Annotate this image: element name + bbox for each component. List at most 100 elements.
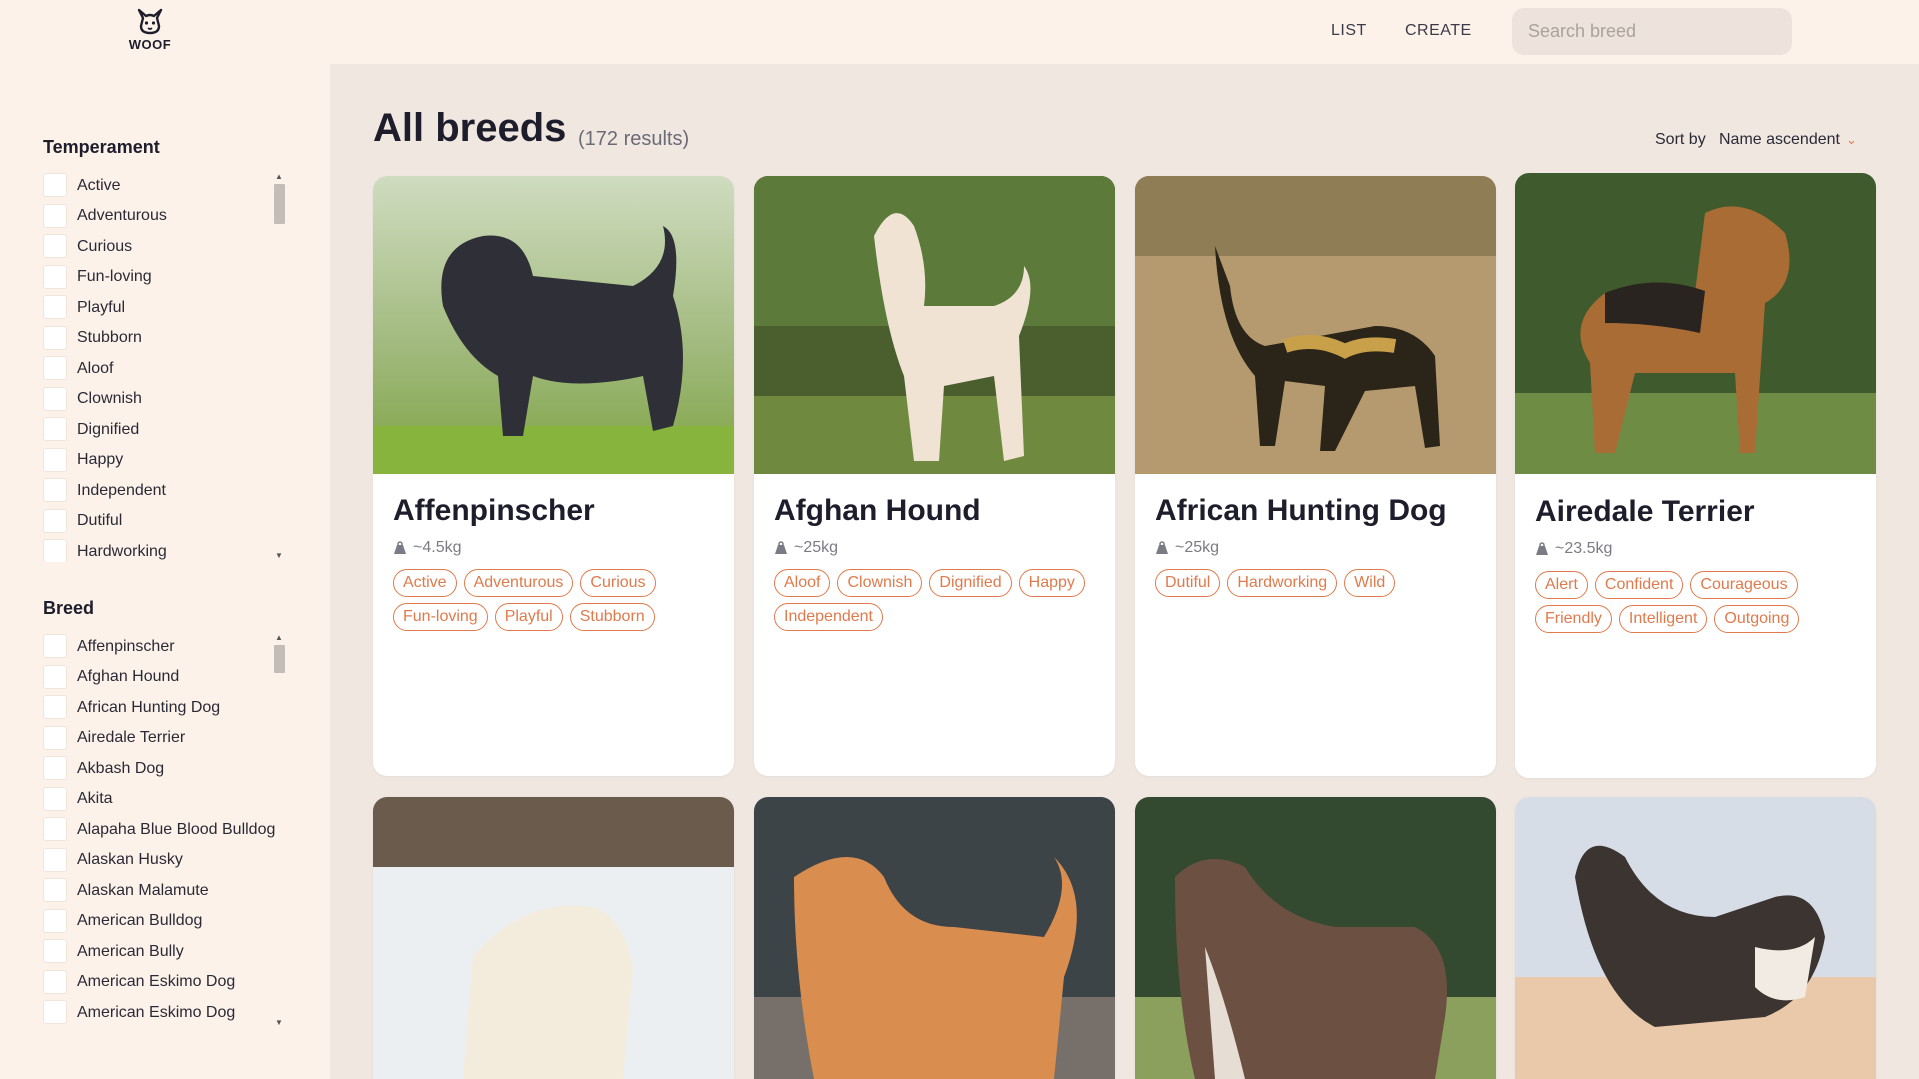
scroll-down-icon[interactable]: ▼ <box>275 551 283 560</box>
filter-option[interactable]: Dutiful <box>43 506 283 537</box>
filter-option[interactable]: American Bulldog <box>43 906 283 937</box>
checkbox[interactable] <box>43 386 67 411</box>
filter-option[interactable]: Adventurous <box>43 201 283 232</box>
checkbox[interactable] <box>43 878 67 903</box>
filter-option[interactable]: Affenpinscher <box>43 631 283 662</box>
weight-icon <box>1536 542 1548 555</box>
temperament-tag: Independent <box>774 603 883 631</box>
result-count: (172 results) <box>578 128 690 150</box>
checkbox[interactable] <box>43 203 67 228</box>
temperament-tags: Dutiful Hardworking Wild <box>1155 569 1485 597</box>
filter-option[interactable]: Happy <box>43 445 283 476</box>
filter-option[interactable]: Alapaha Blue Blood Bulldog <box>43 814 283 845</box>
temperament-tag: Clownish <box>837 569 923 597</box>
scroll-down-icon[interactable]: ▼ <box>275 1018 283 1027</box>
checkbox[interactable] <box>43 1000 67 1025</box>
temperament-tag: Confident <box>1594 571 1684 599</box>
checkbox[interactable] <box>43 725 67 750</box>
breed-filter-list[interactable]: Affenpinscher Afghan Hound African Hunting… <box>43 631 283 1029</box>
dog-logo-icon <box>137 8 163 35</box>
checkbox[interactable] <box>43 234 67 259</box>
checkbox[interactable] <box>43 756 67 781</box>
filter-option[interactable]: American Eskimo Dog <box>43 997 283 1028</box>
checkbox[interactable] <box>43 939 67 964</box>
filter-option[interactable]: Airedale Terrier <box>43 723 283 754</box>
checkbox[interactable] <box>43 969 67 994</box>
filter-option[interactable]: Dignified <box>43 414 283 445</box>
filter-option[interactable]: Aloof <box>43 353 283 384</box>
breed-card-akbash-dog[interactable] <box>373 797 734 1079</box>
breed-card-alapaha-blue-blood-bulldog[interactable] <box>1135 797 1496 1079</box>
temperament-tags: Active Adventurous Curious Fun-loving Playfu… <box>393 569 723 631</box>
checkbox[interactable] <box>43 786 67 811</box>
filter-option-label: Clownish <box>77 390 142 408</box>
checkbox[interactable] <box>43 173 67 198</box>
temperament-tag: Hardworking <box>1227 569 1338 597</box>
checkbox[interactable] <box>43 356 67 381</box>
temperament-tags: Alert Confident Courageous Friendly Intellig… <box>1535 571 1865 633</box>
woof-logo[interactable]: WOOF <box>120 6 180 58</box>
scroll-thumb[interactable] <box>274 184 285 224</box>
filter-option[interactable]: Akita <box>43 784 283 815</box>
checkbox[interactable] <box>43 264 67 289</box>
filter-option[interactable]: Akbash Dog <box>43 753 283 784</box>
breed-scrollbar[interactable]: ▲ ▼ <box>272 631 286 1029</box>
scroll-up-icon[interactable]: ▲ <box>275 172 283 181</box>
filter-option[interactable]: Independent <box>43 475 283 506</box>
filter-option[interactable]: Alaskan Husky <box>43 845 283 876</box>
filter-option[interactable]: Playful <box>43 292 283 323</box>
sort-label: Sort by <box>1655 131 1706 148</box>
breed-card-african-hunting-dog[interactable]: African Hunting Dog ~25kg Dutiful Hardwor… <box>1135 176 1496 776</box>
filter-option-label: Aloof <box>77 359 114 377</box>
sort-dropdown[interactable]: Name ascendent ⌄ <box>1719 131 1857 149</box>
breed-card-akita[interactable] <box>754 797 1115 1079</box>
scroll-up-icon[interactable]: ▲ <box>275 633 283 642</box>
checkbox[interactable] <box>43 539 67 562</box>
filter-option[interactable]: Clownish <box>43 384 283 415</box>
breed-card-affenpinscher[interactable]: Affenpinscher ~4.5kg Active Adventurous Cu… <box>373 176 734 776</box>
temperament-scrollbar[interactable]: ▲ ▼ <box>272 170 286 562</box>
checkbox[interactable] <box>43 508 67 533</box>
filter-option[interactable]: Stubborn <box>43 323 283 354</box>
checkbox[interactable] <box>43 634 67 659</box>
checkbox[interactable] <box>43 847 67 872</box>
breed-card-afghan-hound[interactable]: Afghan Hound ~25kg Aloof Clownish Dignifie… <box>754 176 1115 776</box>
checkbox[interactable] <box>43 417 67 442</box>
checkbox[interactable] <box>43 908 67 933</box>
weight-icon <box>394 541 406 554</box>
filter-option[interactable]: Fun-loving <box>43 262 283 293</box>
checkbox[interactable] <box>43 695 67 720</box>
top-header: WOOF LIST CREATE <box>0 0 1919 64</box>
search-input[interactable] <box>1512 8 1792 55</box>
filter-option[interactable]: Active <box>43 170 283 201</box>
filter-option[interactable]: Hardworking <box>43 536 283 562</box>
checkbox[interactable] <box>43 478 67 503</box>
filter-option-label: Stubborn <box>77 329 142 347</box>
temperament-tag: Playful <box>494 603 563 631</box>
filter-option-label: Alaskan Malamute <box>77 881 209 899</box>
filter-option[interactable]: Afghan Hound <box>43 662 283 693</box>
breed-filter-title: Breed <box>43 598 95 618</box>
breed-weight: ~25kg <box>1155 539 1219 557</box>
dog-photo <box>373 176 734 474</box>
temperament-filter-list[interactable]: Active Adventurous Curious Fun-loving Playfu… <box>43 170 283 562</box>
weight-value: ~23.5kg <box>1555 540 1613 557</box>
dog-photo <box>1135 176 1496 474</box>
filter-option[interactable]: Curious <box>43 231 283 262</box>
filter-option[interactable]: American Eskimo Dog <box>43 967 283 998</box>
nav-create-link[interactable]: CREATE <box>1405 22 1472 40</box>
breed-card-alaskan-husky[interactable] <box>1515 797 1876 1079</box>
filter-option[interactable]: African Hunting Dog <box>43 692 283 723</box>
filter-option[interactable]: Alaskan Malamute <box>43 875 283 906</box>
breed-card-airedale-terrier[interactable]: Airedale Terrier ~23.5kg Alert Confident C… <box>1515 173 1876 778</box>
scroll-thumb[interactable] <box>274 645 285 673</box>
checkbox[interactable] <box>43 447 67 472</box>
filter-option[interactable]: American Bully <box>43 936 283 967</box>
checkbox[interactable] <box>43 664 67 689</box>
nav-list-link[interactable]: LIST <box>1331 22 1367 40</box>
checkbox[interactable] <box>43 295 67 320</box>
checkbox[interactable] <box>43 817 67 842</box>
weight-value: ~4.5kg <box>413 539 462 556</box>
checkbox[interactable] <box>43 325 67 350</box>
breed-weight: ~4.5kg <box>393 539 461 557</box>
